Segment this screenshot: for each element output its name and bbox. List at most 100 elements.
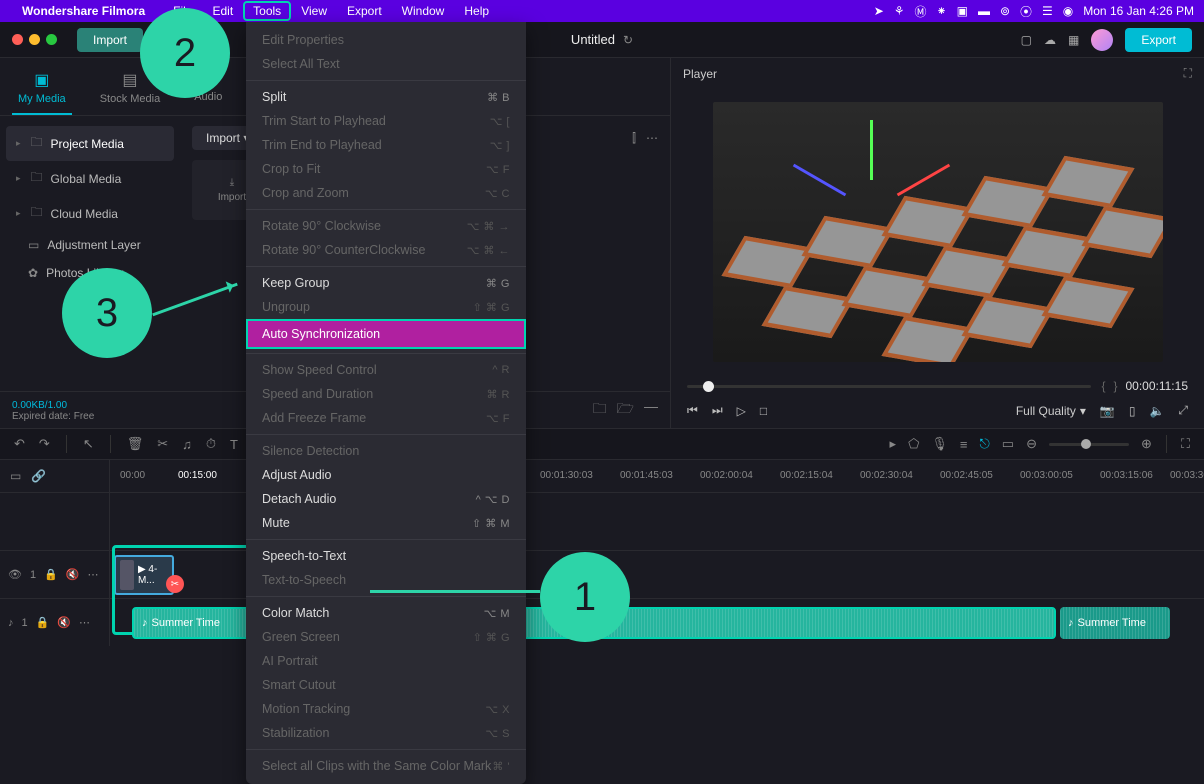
quality-selector[interactable]: Full Quality ▾: [1016, 404, 1086, 418]
menu-help[interactable]: Help: [454, 1, 499, 21]
next-frame-icon[interactable]: ⏭: [712, 403, 723, 418]
mark-in-icon[interactable]: ▯: [1129, 404, 1136, 418]
menu-item-speech-to-text[interactable]: Speech-to-Text: [246, 544, 526, 568]
slider-icon[interactable]: —: [644, 398, 658, 422]
lock-icon[interactable]: 🔒: [44, 568, 58, 581]
link-icon[interactable]: 🔗: [31, 469, 46, 483]
maximize-icon[interactable]: [46, 34, 57, 45]
speed-icon[interactable]: ⏱: [206, 436, 216, 452]
more-icon[interactable]: ⋯: [88, 568, 99, 581]
clip-icon[interactable]: ▭: [10, 469, 21, 483]
sidebar-item-global-media[interactable]: ▸🗀Global Media: [6, 161, 174, 196]
zoom-out-icon[interactable]: ⊖: [1026, 436, 1037, 452]
volume-icon[interactable]: 🔈: [1149, 404, 1164, 418]
malware-icon[interactable]: Ⓜ: [915, 3, 927, 20]
menu-item-rotate-90-counterclockwise: Rotate 90° CounterClockwise⌥ ⌘ ←: [246, 238, 526, 262]
main-area: ▣My Media ▤Stock Media ♪Audio TTitles ▸🗀…: [0, 58, 1204, 428]
timeline-head-tools: ▭ 🔗: [0, 460, 110, 492]
filter-icon[interactable]: ⫿: [632, 131, 636, 146]
mute-icon[interactable]: 🔇: [66, 568, 80, 581]
control-center-icon[interactable]: ☰: [1042, 4, 1053, 18]
export-button[interactable]: Export: [1125, 28, 1192, 52]
menu-item-stabilization: Stabilization⌥ S: [246, 721, 526, 745]
chevron-down-icon: ▾: [1080, 404, 1086, 418]
menu-item-mute[interactable]: Mute⇧ ⌘ M: [246, 511, 526, 535]
player-header: Player ⛶: [671, 58, 1204, 89]
mixer-icon[interactable]: ≡: [960, 437, 968, 452]
prev-frame-icon[interactable]: ⏮: [687, 403, 698, 418]
marker-icon[interactable]: ⬠: [908, 436, 919, 452]
folder-icon: 🗀: [31, 133, 43, 154]
music-icon[interactable]: ♫: [182, 437, 192, 452]
cut-icon[interactable]: ✂: [157, 436, 168, 452]
tab-my-media[interactable]: ▣My Media: [12, 66, 72, 115]
more-icon[interactable]: ⋯: [79, 616, 90, 629]
zoom-slider[interactable]: [1049, 443, 1129, 446]
folder-new-icon[interactable]: 🗀: [593, 398, 607, 422]
play-icon[interactable]: ▷: [737, 404, 746, 418]
sidebar-item-adjustment-layer[interactable]: ▭Adjustment Layer: [6, 231, 174, 259]
pointer-icon[interactable]: ↖: [83, 436, 94, 452]
screen-icon[interactable]: ▢: [1021, 33, 1032, 47]
folder-open-icon[interactable]: 🗁: [617, 398, 634, 422]
redo-icon[interactable]: ↷: [39, 436, 50, 452]
menu-export[interactable]: Export: [337, 1, 392, 21]
preview-canvas[interactable]: [713, 102, 1163, 362]
avatar[interactable]: [1091, 29, 1113, 51]
battery-icon[interactable]: ▬: [978, 4, 990, 18]
import-button[interactable]: Import: [77, 28, 143, 52]
mute-icon[interactable]: 🔇: [57, 616, 71, 629]
fullscreen-icon[interactable]: ⤢: [1178, 403, 1188, 418]
more-icon[interactable]: ⋯: [646, 131, 658, 146]
group-icon[interactable]: ▭: [1002, 436, 1014, 452]
menu-item-keep-group[interactable]: Keep Group⌘ G: [246, 271, 526, 295]
scissors-icon[interactable]: ✂: [166, 575, 184, 593]
fit-icon[interactable]: ⛶: [1181, 436, 1190, 452]
snapshot-icon[interactable]: 📷: [1100, 404, 1115, 418]
sidebar-item-cloud-media[interactable]: ▸🗀Cloud Media: [6, 196, 174, 231]
keyboard-icon[interactable]: ▣: [957, 4, 968, 18]
stop-icon[interactable]: □: [760, 404, 767, 418]
eye-icon[interactable]: 👁: [8, 568, 22, 581]
location-icon[interactable]: ➤: [874, 4, 884, 18]
chevron-right-icon: ▸: [16, 138, 21, 149]
player-scrubber[interactable]: { } 00:00:11:15: [671, 375, 1204, 397]
cloud-sync-icon[interactable]: ↻: [623, 33, 633, 47]
text-icon[interactable]: T: [230, 437, 238, 452]
bluetooth-icon[interactable]: ⁕: [937, 4, 947, 18]
wifi-icon[interactable]: ⊚: [1000, 4, 1010, 18]
menu-item-select-all-clips-with-the-same-color-mark: Select all Clips with the Same Color Mar…: [246, 754, 526, 778]
audio-clip[interactable]: ♪ Summer Time: [1060, 607, 1170, 639]
render-icon[interactable]: ▸: [890, 436, 897, 452]
delete-icon[interactable]: 🗑: [127, 436, 144, 452]
undo-icon[interactable]: ↶: [14, 436, 25, 452]
menubar-status: ➤ ⚘ Ⓜ ⁕ ▣ ▬ ⊚ ⦿ ☰ ◉ Mon 16 Jan 4:26 PM: [874, 3, 1194, 20]
siri-icon[interactable]: ◉: [1063, 4, 1073, 18]
share-icon[interactable]: ⚘: [894, 4, 905, 18]
zoom-in-icon[interactable]: ⊕: [1141, 436, 1152, 452]
menu-view[interactable]: View: [291, 1, 337, 21]
spotlight-icon[interactable]: ⦿: [1020, 3, 1032, 20]
mic-icon[interactable]: 🎙: [931, 436, 948, 452]
menu-item-adjust-audio[interactable]: Adjust Audio: [246, 463, 526, 487]
sync-icon[interactable]: ⎋: [979, 436, 989, 452]
grid-icon[interactable]: ▦: [1068, 33, 1079, 47]
menu-item-split[interactable]: Split⌘ B: [246, 85, 526, 109]
close-icon[interactable]: [12, 34, 23, 45]
audio-track-head: ♪ 1 🔒 🔇 ⋯: [0, 599, 110, 646]
menu-item-detach-audio[interactable]: Detach Audio^ ⌥ D: [246, 487, 526, 511]
video-clip[interactable]: ▶ 4- M...: [114, 555, 174, 595]
brace-left-icon[interactable]: {: [1101, 379, 1105, 393]
menu-item-color-match[interactable]: Color Match⌥ M: [246, 601, 526, 625]
lock-icon[interactable]: 🔒: [36, 616, 50, 629]
minimize-icon[interactable]: [29, 34, 40, 45]
sidebar-item-project-media[interactable]: ▸🗀Project Media: [6, 126, 174, 161]
menu-item-rotate-90-clockwise: Rotate 90° Clockwise⌥ ⌘ →: [246, 214, 526, 238]
clock[interactable]: Mon 16 Jan 4:26 PM: [1083, 4, 1194, 18]
menu-window[interactable]: Window: [392, 1, 455, 21]
expand-icon[interactable]: ⛶: [1184, 66, 1192, 81]
cloud-icon[interactable]: ☁: [1044, 33, 1056, 47]
brace-right-icon[interactable]: }: [1113, 379, 1117, 393]
menu-tools[interactable]: Tools: [243, 1, 291, 21]
menu-item-auto-synchronization[interactable]: Auto Synchronization: [246, 319, 526, 349]
